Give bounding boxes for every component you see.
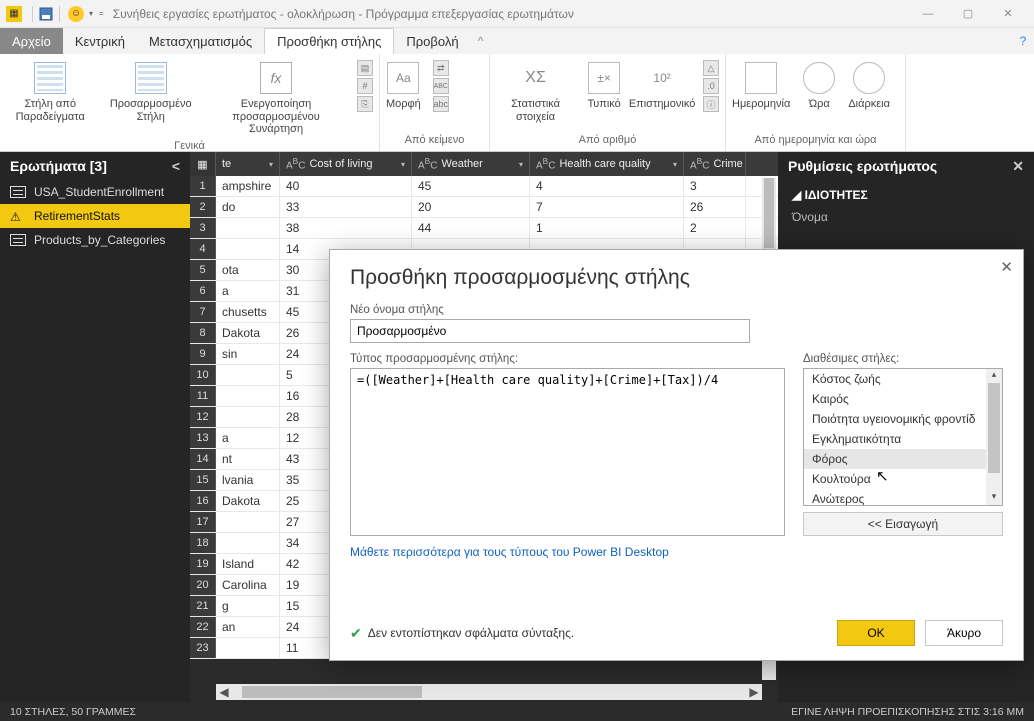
list-item[interactable]: Εγκληματικότητα bbox=[804, 429, 1002, 449]
close-button[interactable]: ✕ bbox=[988, 2, 1028, 26]
column-header[interactable]: ABCHealth care quality▾ bbox=[530, 152, 684, 176]
list-scrollbar[interactable]: ▴▾ bbox=[986, 369, 1002, 505]
general-small-buttons: ▤ # ⎘ bbox=[351, 56, 379, 116]
properties-section[interactable]: ◢ ΙΔΙΟΤΗΤΕΣ bbox=[778, 180, 1034, 210]
standard-button[interactable]: ±×Τυπικό bbox=[581, 56, 627, 113]
cancel-button[interactable]: Άκυρο bbox=[925, 620, 1003, 646]
column-header[interactable]: ABCWeather▾ bbox=[412, 152, 530, 176]
table-row[interactable]: 2do3320726 bbox=[190, 197, 778, 218]
title-bar: ▦ ☺ ▾ = Συνήθεις εργασίες ερωτήματος - ο… bbox=[0, 0, 1034, 28]
check-icon: ✔ bbox=[350, 625, 362, 642]
select-all-cell[interactable]: ▦ bbox=[190, 152, 216, 176]
list-item[interactable]: Καιρός bbox=[804, 389, 1002, 409]
available-columns-label: Διαθέσιμες στήλες: bbox=[803, 353, 1003, 365]
query-item[interactable]: USA_StudentEnrollment bbox=[0, 180, 190, 204]
help-icon[interactable]: ? bbox=[1012, 28, 1034, 54]
duplicate-column-icon: ⎘ bbox=[357, 96, 373, 112]
column-name-label: Νέο όνομα στήλης bbox=[350, 304, 1003, 316]
filter-icon: ▾ bbox=[673, 160, 677, 169]
time-button[interactable]: Ώρα bbox=[796, 56, 842, 113]
conditional-column-icon: ▤ bbox=[357, 60, 373, 76]
maximize-button[interactable]: ▢ bbox=[948, 2, 988, 26]
column-from-examples-button[interactable]: Στήλη από Παραδείγματα bbox=[0, 56, 101, 125]
rounding-icon: .0 bbox=[703, 78, 719, 94]
tab-file[interactable]: Αρχείο bbox=[0, 28, 63, 54]
list-item[interactable]: Φόρος bbox=[804, 449, 1002, 469]
status-left: 10 ΣΤΗΛΕΣ, 50 ΓΡΑΜΜΕΣ bbox=[10, 706, 136, 718]
insert-button[interactable]: << Εισαγωγή bbox=[803, 512, 1003, 536]
table-row[interactable]: 1ampshire404543 bbox=[190, 176, 778, 197]
list-item[interactable]: Κουλτούρα bbox=[804, 469, 1002, 489]
app-icon: ▦ bbox=[6, 6, 22, 22]
date-button[interactable]: Ημερομηνία bbox=[726, 56, 796, 113]
formula-input[interactable] bbox=[350, 368, 785, 536]
list-item[interactable]: Κόστος ζωής bbox=[804, 369, 1002, 389]
window-title: Συνήθεις εργασίες ερωτήματος - ολοκλήρωσ… bbox=[113, 7, 574, 21]
list-item[interactable]: Ποιότητα υγειονομικής φροντίδ bbox=[804, 409, 1002, 429]
table-icon bbox=[10, 186, 26, 198]
custom-column-dialog: ✕ Προσθήκη προσαρμοσμένης στήλης Νέο όνο… bbox=[329, 249, 1024, 661]
ribbon: Στήλη από Παραδείγματα Προσαρμοσμένο Στή… bbox=[0, 54, 1034, 152]
dialog-title: Προσθήκη προσαρμοσμένης στήλης bbox=[350, 266, 1003, 290]
save-icon[interactable] bbox=[39, 7, 53, 21]
column-header[interactable]: ABCCrime bbox=[684, 152, 746, 176]
grid-header: ▦ te▾ ABCCost of living▾ ABCWeather▾ ABC… bbox=[190, 152, 778, 176]
table-icon bbox=[10, 234, 26, 246]
column-header[interactable]: te▾ bbox=[216, 152, 280, 176]
minimize-button[interactable]: — bbox=[908, 2, 948, 26]
query-item[interactable]: RetirementStats bbox=[0, 204, 190, 228]
table-row[interactable]: 3384412 bbox=[190, 218, 778, 239]
extract-icon: ABC bbox=[433, 78, 449, 94]
filter-icon: ▾ bbox=[401, 160, 405, 169]
index-column-icon: # bbox=[357, 78, 373, 94]
ok-button[interactable]: OK bbox=[837, 620, 915, 646]
duration-button[interactable]: Διάρκεια bbox=[842, 56, 896, 113]
settings-header: Ρυθμίσεις ερωτήματος bbox=[788, 158, 937, 174]
available-columns-list[interactable]: Κόστος ζωής Καιρός Ποιότητα υγειονομικής… bbox=[803, 368, 1003, 506]
learn-more-link[interactable]: Μάθετε περισσότερα για τους τύπους του P… bbox=[350, 545, 785, 559]
queries-panel: Ερωτήματα [3] < USA_StudentEnrollment Ret… bbox=[0, 152, 190, 702]
statistics-button[interactable]: XΣΣτατιστικά στοιχεία bbox=[490, 56, 581, 125]
format-button[interactable]: AaΜορφή bbox=[380, 56, 427, 113]
status-bar: 10 ΣΤΗΛΕΣ, 50 ΓΡΑΜΜΕΣ ΕΓΙΝΕ ΛΗΨΗ ΠΡΟΕΠΙΣ… bbox=[0, 702, 1034, 721]
tab-add-column[interactable]: Προσθήκη στήλης bbox=[264, 28, 394, 54]
merge-icon: ⇄ bbox=[433, 60, 449, 76]
warning-icon bbox=[10, 210, 26, 222]
dropdown-icon[interactable]: ▾ bbox=[89, 9, 93, 18]
syntax-status: ✔Δεν εντοπίστηκαν σφάλματα σύνταξης. bbox=[350, 625, 574, 642]
close-settings-icon[interactable]: ✕ bbox=[1012, 158, 1024, 175]
formula-label: Τύπος προσαρμοσμένης στήλης: bbox=[350, 353, 785, 365]
column-name-input[interactable] bbox=[350, 319, 750, 343]
parse-icon: abc bbox=[433, 96, 449, 112]
name-label: Όνομα bbox=[778, 210, 1034, 224]
tab-transform[interactable]: Μετασχηματισμός bbox=[137, 28, 264, 54]
feedback-icon[interactable]: ☺ bbox=[68, 6, 84, 22]
status-right: ΕΓΙΝΕ ΛΗΨΗ ΠΡΟΕΠΙΣΚΟΠΗΣΗΣ ΣΤΙΣ 3:16 ΜΜ bbox=[791, 706, 1024, 718]
trig-icon: △ bbox=[703, 60, 719, 76]
custom-column-button[interactable]: Προσαρμοσμένο Στήλη bbox=[101, 56, 202, 125]
queries-header: Ερωτήματα [3] bbox=[10, 158, 107, 174]
filter-icon: ▾ bbox=[519, 160, 523, 169]
horizontal-scrollbar[interactable]: ◀▶ bbox=[216, 684, 762, 700]
dialog-close-icon[interactable]: ✕ bbox=[1000, 258, 1013, 276]
invoke-function-button[interactable]: fxΕνεργοποίηση προσαρμοσμένου Συνάρτηση bbox=[201, 56, 351, 138]
collapse-queries-icon[interactable]: < bbox=[172, 158, 180, 174]
menu-bar: Αρχείο Κεντρική Μετασχηματισμός Προσθήκη… bbox=[0, 28, 1034, 54]
tab-view[interactable]: Προβολή bbox=[394, 28, 470, 54]
tab-home[interactable]: Κεντρική bbox=[63, 28, 137, 54]
info-icon: ⓘ bbox=[703, 96, 719, 112]
filter-icon: ▾ bbox=[269, 160, 273, 169]
column-header[interactable]: ABCCost of living▾ bbox=[280, 152, 412, 176]
query-item[interactable]: Products_by_Categories bbox=[0, 228, 190, 252]
ribbon-collapse-icon[interactable]: ^ bbox=[471, 28, 491, 54]
list-item[interactable]: Ανώτερος bbox=[804, 489, 1002, 506]
scientific-button[interactable]: 10²Επιστημονικό bbox=[627, 56, 697, 113]
